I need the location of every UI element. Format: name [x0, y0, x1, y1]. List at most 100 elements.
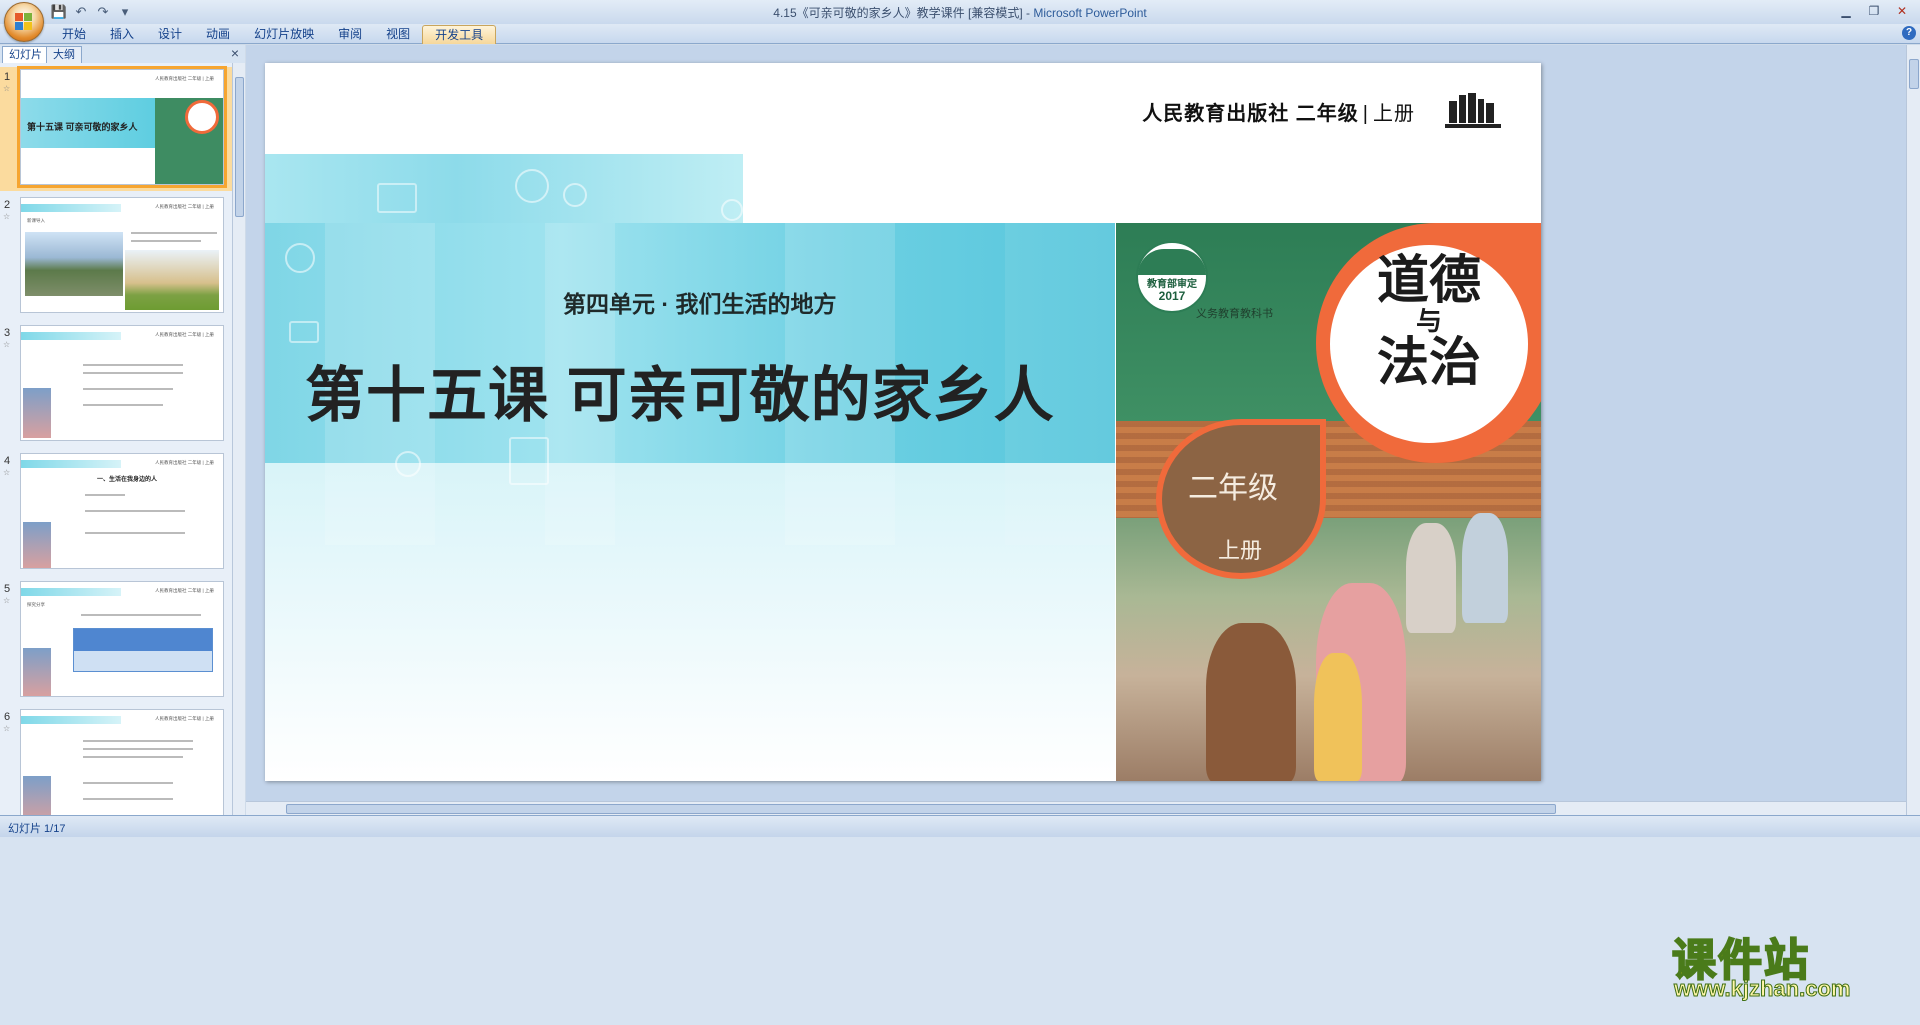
- tab-slideshow[interactable]: 幻灯片放映: [242, 25, 326, 44]
- thumb-preview: 第十五课 可亲可敬的家乡人 人民教育出版社 二年级 | 上册: [17, 66, 227, 188]
- tab-outline[interactable]: 大纲: [46, 46, 82, 63]
- office-logo-icon: [15, 13, 33, 31]
- books-icon: [1445, 93, 1501, 128]
- thumb-preview: 人民教育出版社 二年级 | 上册: [20, 709, 224, 820]
- tab-home[interactable]: 开始: [50, 25, 98, 44]
- tab-review[interactable]: 审阅: [326, 25, 374, 44]
- empty-area: [0, 837, 1920, 1025]
- ribbon: 开始 插入 设计 动画 幻灯片放映 审阅 视图 开发工具 ?: [0, 24, 1920, 44]
- pane-close-icon[interactable]: ×: [231, 45, 239, 61]
- thumb-preview: 探究分享 人民教育出版社 二年级 | 上册: [20, 581, 224, 697]
- tab-animations[interactable]: 动画: [194, 25, 242, 44]
- pane-tabs: 幻灯片 大纲 ×: [0, 45, 245, 63]
- thumb-title: 新课导入: [27, 218, 45, 223]
- slide-number: 5: [4, 583, 11, 595]
- watermark: 课件站 www.kjzhan.com: [1671, 924, 1902, 1004]
- bystander-figure: [1462, 513, 1508, 623]
- tab-design[interactable]: 设计: [146, 25, 194, 44]
- minimize-icon[interactable]: ▁: [1834, 2, 1858, 20]
- grandpa-figure: [1206, 623, 1296, 781]
- ribbon-tabs: 开始 插入 设计 动画 幻灯片放映 审阅 视图 开发工具: [50, 25, 497, 44]
- child-figure: [1314, 653, 1362, 781]
- lesson-title: 第十五课 可亲可敬的家乡人: [305, 362, 1055, 429]
- seal-line2: 2017: [1158, 289, 1186, 303]
- publisher-separator: |: [1362, 103, 1369, 125]
- thumbnails-scrollbar[interactable]: [232, 63, 245, 820]
- slide-canvas[interactable]: 人民教育出版社 二年级 | 上册 第四单元 · 我们生活的地方 第十五课 可亲可敬的…: [265, 63, 1541, 781]
- cover-title-1: 道德: [1376, 250, 1481, 311]
- publisher-volume: 上册: [1373, 103, 1415, 125]
- thumb-small: 人民教育出版社 二年级 | 上册: [155, 716, 214, 721]
- textbook-cover-image: 道德 与 法治 教育部审定 2017 义务教育教科书 二年级 上册: [1116, 223, 1541, 781]
- cover-title-3: 法治: [1376, 332, 1481, 393]
- thumb-title: 第十五课 可亲可敬的家乡人: [27, 122, 138, 132]
- lightbulb-icon: [721, 199, 743, 221]
- slide-thumbnails: 1 ☆ 第十五课 可亲可敬的家乡人 人民教育出版社 二年级 | 上册 2 ☆ 新…: [0, 63, 245, 820]
- gear-icon: [563, 183, 587, 207]
- thumb-small: 人民教育出版社 二年级 | 上册: [155, 76, 214, 81]
- thumbnails-scroll-thumb[interactable]: [235, 77, 244, 217]
- slide-number: 2: [4, 199, 11, 211]
- vertical-scrollbar[interactable]: [1906, 45, 1920, 815]
- decor-band-top: [265, 154, 743, 226]
- thumb-small: 人民教育出版社 二年级 | 上册: [155, 332, 214, 337]
- slide-counter: 幻灯片 1/17: [8, 823, 66, 835]
- animation-star-icon: ☆: [3, 596, 11, 605]
- slide-number: 4: [4, 455, 11, 467]
- approval-seal: 教育部审定 2017: [1136, 241, 1208, 313]
- gear-icon: [515, 169, 549, 203]
- animation-star-icon: ☆: [3, 212, 11, 221]
- publisher-label: 人民教育出版社 二年级 | 上册: [1142, 97, 1415, 126]
- trophy-icon: [395, 451, 421, 477]
- slide-editing-area: 人民教育出版社 二年级 | 上册 第四单元 · 我们生活的地方 第十五课 可亲可敬的…: [246, 45, 1906, 801]
- unit-title: 第四单元 · 我们生活的地方: [563, 291, 837, 317]
- horizontal-scrollbar[interactable]: [246, 801, 1906, 815]
- close-icon[interactable]: ✕: [1890, 2, 1914, 20]
- window-title-app: Microsoft PowerPoint: [1033, 6, 1147, 20]
- vertical-scroll-thumb[interactable]: [1909, 59, 1919, 89]
- help-icon[interactable]: ?: [1902, 26, 1916, 40]
- animation-star-icon: ☆: [3, 724, 11, 733]
- animation-star-icon: ☆: [3, 84, 11, 93]
- thumb-small: 人民教育出版社 二年级 | 上册: [155, 588, 214, 593]
- slide-thumb-6[interactable]: 6 ☆ 人民教育出版社 二年级 | 上册: [0, 707, 232, 820]
- bystander-figure: [1406, 523, 1456, 633]
- tab-developer[interactable]: 开发工具: [422, 25, 497, 44]
- animation-star-icon: ☆: [3, 340, 11, 349]
- frame-icon: [289, 321, 319, 343]
- cover-volume: 上册: [1218, 539, 1263, 564]
- thumb-title: 探究分享: [27, 602, 45, 607]
- watermark-url: www.kjzhan.com: [1673, 976, 1851, 1002]
- tab-slides[interactable]: 幻灯片: [2, 46, 49, 63]
- tab-insert[interactable]: 插入: [98, 25, 146, 44]
- window-controls: ▁ ❐ ✕: [1834, 2, 1914, 20]
- slide-thumb-1[interactable]: 1 ☆ 第十五课 可亲可敬的家乡人 人民教育出版社 二年级 | 上册: [0, 66, 232, 191]
- slide-thumb-5[interactable]: 5 ☆ 探究分享 人民教育出版社 二年级 | 上册: [0, 579, 232, 703]
- tab-view[interactable]: 视图: [374, 25, 422, 44]
- cover-title: 道德 与 法治: [1354, 255, 1504, 389]
- slide-number: 3: [4, 327, 11, 339]
- cover-grade: 二年级: [1188, 471, 1278, 506]
- horizontal-scroll-thumb[interactable]: [286, 804, 1556, 814]
- slide-number: 1: [4, 71, 11, 83]
- magnifier-icon: [285, 243, 315, 273]
- calculator-icon: [509, 437, 549, 485]
- publisher-text: 人民教育出版社 二年级: [1142, 103, 1359, 125]
- slide-thumb-4[interactable]: 4 ☆ 一、生活在我身边的人 人民教育出版社 二年级 | 上册: [0, 451, 232, 575]
- thumb-preview: 人民教育出版社 二年级 | 上册: [20, 325, 224, 441]
- seal-line1: 教育部审定: [1147, 279, 1197, 290]
- cover-series: 义务教育教科书: [1196, 307, 1273, 320]
- status-bar: 幻灯片 1/17: [0, 815, 1920, 837]
- slide-number: 6: [4, 711, 11, 723]
- window-title: 4.15《可亲可敬的家乡人》教学课件 [兼容模式] - Microsoft Po…: [0, 4, 1920, 21]
- book-icon: [377, 183, 417, 213]
- slide-thumb-3[interactable]: 3 ☆ 人民教育出版社 二年级 | 上册: [0, 323, 232, 447]
- thumb-small: 人民教育出版社 二年级 | 上册: [155, 204, 214, 209]
- window-title-doc: 4.15《可亲可敬的家乡人》教学课件 [兼容模式] -: [773, 6, 1034, 20]
- thumb-small: 人民教育出版社 二年级 | 上册: [155, 460, 214, 465]
- slide-thumb-2[interactable]: 2 ☆ 新课导入 人民教育出版社 二年级 | 上册: [0, 195, 232, 319]
- restore-icon[interactable]: ❐: [1862, 2, 1886, 20]
- animation-star-icon: ☆: [3, 468, 11, 477]
- office-button[interactable]: [4, 2, 44, 42]
- title-bar: 💾 ↶ ↷ ▾ 4.15《可亲可敬的家乡人》教学课件 [兼容模式] - Micr…: [0, 0, 1920, 42]
